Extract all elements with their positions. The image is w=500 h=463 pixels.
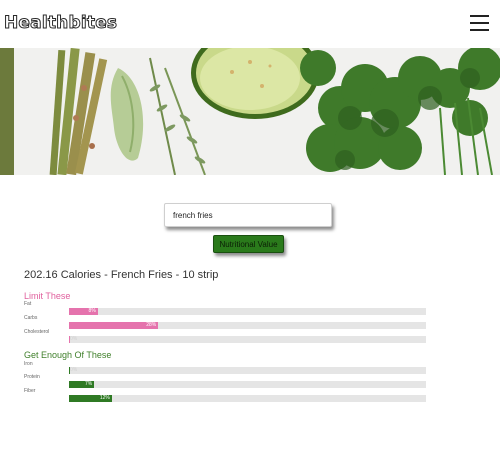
nutrient-label-carbs: Carbs (24, 315, 38, 321)
carbs-bar-fill (69, 322, 159, 329)
hero-banner-image (0, 48, 500, 175)
enough-section-title: Get Enough Of These (24, 350, 112, 360)
cholesterol-percent: 0% (70, 336, 78, 342)
carbs-percent: 28% (146, 322, 157, 328)
nutrient-label-protein: Protein (24, 374, 40, 380)
food-search-input[interactable] (164, 203, 332, 227)
hamburger-menu-icon[interactable] (470, 15, 489, 31)
fiber-bar-track: 12% (69, 395, 426, 402)
fiber-percent: 12% (99, 395, 110, 401)
protein-percent: 7% (84, 381, 93, 387)
nutritional-value-button[interactable]: Nutritional Value (213, 235, 284, 253)
nutrient-label-fiber: Fiber (24, 388, 36, 394)
iron-percent: 0% (70, 367, 78, 373)
nutrient-label-cholesterol: Cholesterol (24, 329, 50, 335)
nutrient-label-iron: Iron (24, 361, 33, 367)
nutrient-label-fat: Fat (24, 301, 32, 307)
carbs-bar-track: 28% (69, 322, 426, 329)
limit-section-title: Limit These (24, 291, 71, 301)
protein-bar-track: 7% (69, 381, 426, 388)
vegetables-banner-image (0, 48, 500, 175)
iron-bar-track: 0% (69, 367, 426, 374)
cholesterol-bar-track: 0% (69, 336, 426, 343)
fat-percent: 8% (88, 308, 96, 314)
top-header: Healthbites (0, 0, 500, 48)
result-title: 202.16 Calories - French Fries - 10 stri… (24, 269, 219, 281)
brand-logo[interactable]: Healthbites (3, 13, 117, 34)
fat-bar-track: 8% (69, 308, 426, 315)
